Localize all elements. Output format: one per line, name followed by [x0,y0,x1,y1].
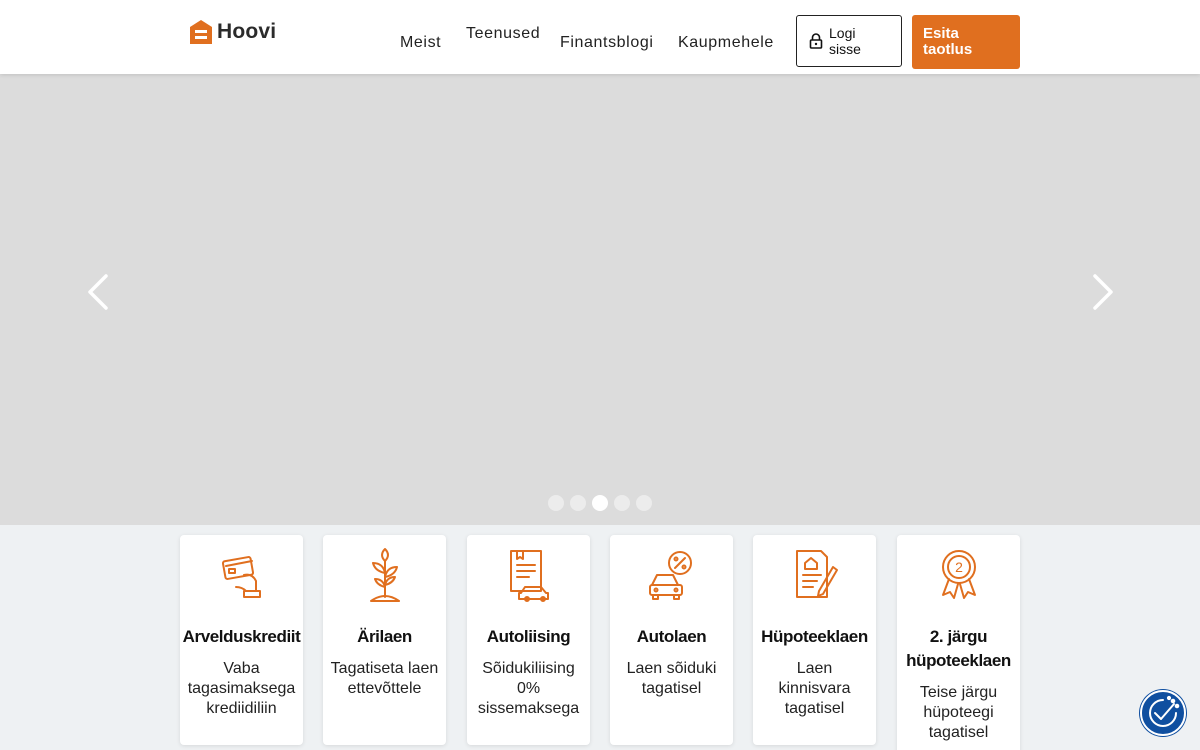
hero-carousel [0,74,1200,525]
apply-button[interactable]: Esita taotlus [912,15,1020,69]
site-header: Hoovi Meist Teenused Finantsblogi Kaupme… [0,0,1200,74]
service-card-teise-jargu-hupoteeklaen[interactable]: 2 2. järgu hüpoteeklaen Teise järgu hüpo… [897,535,1020,750]
svg-text:2: 2 [955,559,963,575]
carousel-dot-4[interactable] [614,495,630,511]
login-label: Logi sisse [829,25,861,57]
chevron-left-icon[interactable] [80,272,120,312]
carousel-dots [548,495,652,511]
login-button[interactable]: Logi sisse [796,15,902,67]
medal-2-icon: 2 [941,550,976,599]
car-percent-icon [648,551,692,600]
sprout-icon [369,548,400,602]
card-in-hand-icon [221,556,261,598]
card-description: Tagatiseta laen ettevõttele [330,660,439,697]
card-title: Arvelduskrediit [182,627,301,646]
lock-icon [809,33,823,49]
card-description: Sõidukiliising 0% sissemaksega [477,660,580,717]
card-title: Autoliising [486,627,571,646]
apply-label: Esita taotlus [923,25,973,58]
carousel-dot-5[interactable] [636,495,652,511]
card-title: 2. järgu hüpoteeklaen [906,627,1011,670]
car-document-icon [509,550,549,602]
card-description: Teise järgu hüpoteegi tagatisel [919,684,998,741]
card-description: Vaba tagasimaksega krediidiliin [187,660,296,717]
accessibility-button[interactable] [1140,690,1186,736]
card-description: Laen kinnisvara tagatisel [778,660,851,717]
nav-link-finantsblogi[interactable]: Finantsblogi [560,34,653,52]
card-title: Ärilaen [357,627,412,646]
service-card-arvelduskrediit[interactable]: Arvelduskrediit Vaba tagasimaksega kredi… [180,535,303,745]
brand-name: Hoovi [217,20,277,43]
nav-link-kaupmehele[interactable]: Kaupmehele [678,34,774,52]
carousel-dot-1[interactable] [548,495,564,511]
card-description: Laen sõiduki tagatisel [626,660,717,697]
service-card-autoliising[interactable]: Autoliising Sõidukiliising 0% sissemakse… [467,535,590,745]
carousel-dot-3[interactable] [592,495,608,511]
carousel-dot-2[interactable] [570,495,586,511]
card-title: Hüpoteeklaen [761,627,868,646]
service-card-arilaen[interactable]: Ärilaen Tagatiseta laen ettevõttele [323,535,446,745]
service-card-autolaen[interactable]: Autolaen Laen sõiduki tagatisel [610,535,733,745]
nav-link-meist[interactable]: Meist [400,34,441,52]
card-title: Autolaen [636,627,707,646]
house-logo-icon [190,20,212,44]
accessibility-icon [1149,695,1180,727]
house-contract-icon [795,550,838,598]
chevron-right-icon[interactable] [1081,272,1121,312]
logo[interactable]: Hoovi [189,19,276,45]
service-card-hupoteeklaen[interactable]: Hüpoteeklaen Laen kinnisvara tagatisel [753,535,876,745]
nav-link-teenused[interactable]: Teenused [466,25,540,43]
